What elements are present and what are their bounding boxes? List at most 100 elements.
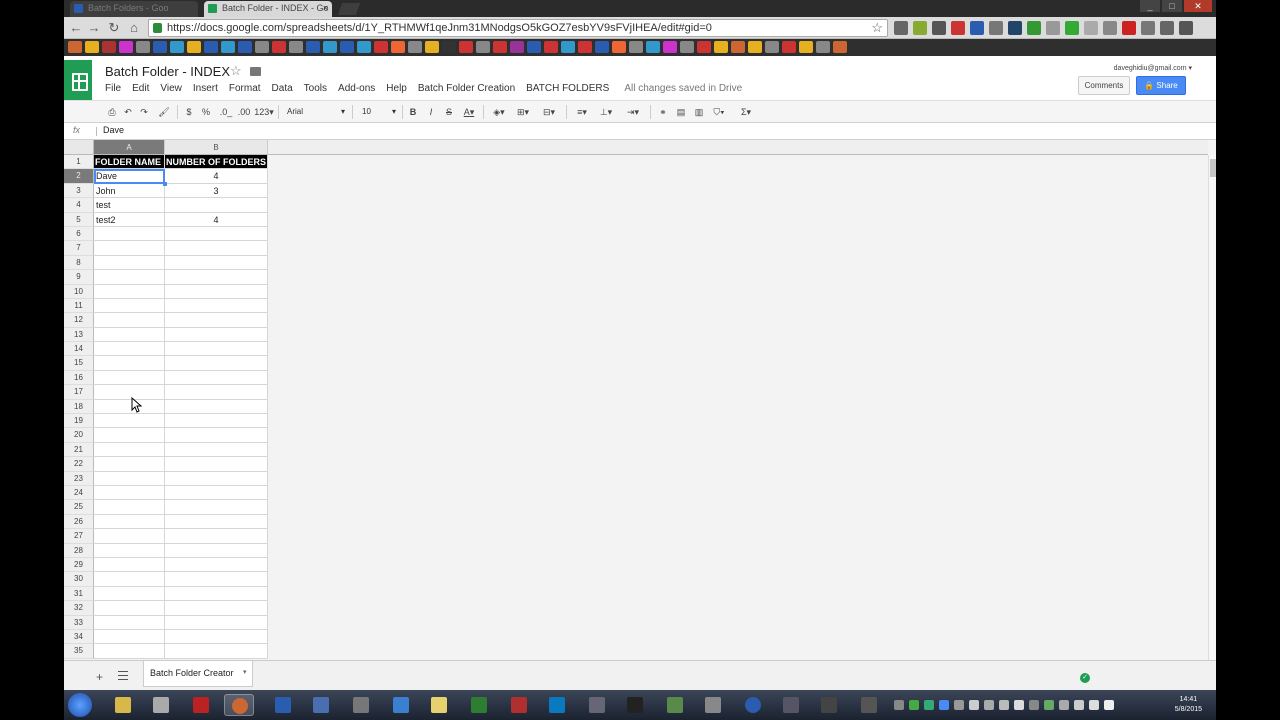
bookmark-icon[interactable]	[255, 41, 269, 53]
taskbar-chrome[interactable]	[224, 694, 254, 716]
taskbar-app[interactable]	[776, 694, 806, 716]
cell[interactable]	[165, 327, 268, 343]
cell[interactable]	[94, 471, 165, 486]
bookmark-icon[interactable]	[119, 41, 133, 53]
bookmark-icon[interactable]	[170, 41, 184, 53]
row-number[interactable]: 18	[64, 399, 94, 415]
reload-icon[interactable]: ↻	[106, 20, 122, 36]
row-number[interactable]: 2	[64, 169, 94, 184]
cell[interactable]	[165, 471, 268, 486]
extension-icon[interactable]	[1084, 21, 1098, 35]
cell-a3[interactable]: John	[94, 183, 165, 199]
volume-icon[interactable]	[1104, 700, 1114, 710]
row-number[interactable]: 13	[64, 327, 94, 343]
bookmark-icon[interactable]	[357, 41, 371, 53]
menu-edit[interactable]: Edit	[132, 83, 149, 94]
extension-icon[interactable]	[894, 21, 908, 35]
row-number[interactable]: 10	[64, 284, 94, 299]
cell[interactable]	[165, 226, 268, 242]
bookmark-icon[interactable]	[153, 41, 167, 53]
cell[interactable]	[165, 298, 268, 314]
tray-icon[interactable]	[1059, 700, 1069, 710]
row-number[interactable]: 28	[64, 543, 94, 558]
row-number[interactable]: 8	[64, 255, 94, 271]
cell[interactable]	[94, 428, 165, 443]
menu-help[interactable]: Help	[386, 83, 407, 94]
cell[interactable]	[94, 226, 165, 242]
bookmark-icon[interactable]	[527, 41, 541, 53]
cell[interactable]	[94, 557, 165, 573]
cell[interactable]	[94, 629, 165, 645]
share-button[interactable]: 🔒 Share	[1136, 76, 1186, 95]
cell[interactable]	[165, 514, 268, 530]
tray-icon[interactable]	[969, 700, 979, 710]
row-number[interactable]: 34	[64, 629, 94, 645]
decrease-decimal-button[interactable]: .0_	[218, 105, 234, 119]
row-number[interactable]: 12	[64, 313, 94, 328]
close-window-icon[interactable]: ✕	[1184, 0, 1212, 12]
horizontal-align-icon[interactable]: ≡▾	[573, 105, 591, 119]
cell[interactable]	[165, 414, 268, 429]
row-number[interactable]: 6	[64, 226, 94, 242]
redo-icon[interactable]: ↷	[138, 105, 150, 119]
sheet-tab-menu-icon[interactable]: ▾	[243, 661, 247, 685]
browser-tab-batch-folder-index[interactable]: Batch Folder - INDEX - Go ×	[204, 1, 332, 17]
column-header-a[interactable]: A	[94, 140, 165, 155]
bookmark-icon[interactable]	[323, 41, 337, 53]
tray-icon[interactable]	[1044, 700, 1054, 710]
bookmark-icon[interactable]	[391, 41, 405, 53]
cell[interactable]	[94, 442, 165, 458]
vertical-align-icon[interactable]: ⊥▾	[597, 105, 615, 119]
bookmark-icon[interactable]	[714, 41, 728, 53]
bookmark-icon[interactable]	[799, 41, 813, 53]
bookmark-icon[interactable]	[68, 41, 82, 53]
extension-icon[interactable]	[1046, 21, 1060, 35]
tray-icon[interactable]	[894, 700, 904, 710]
add-sheet-button[interactable]: +	[96, 670, 103, 684]
row-number[interactable]: 7	[64, 241, 94, 256]
cell[interactable]	[165, 385, 268, 400]
currency-format-button[interactable]: $	[184, 105, 194, 119]
bookmark-icon[interactable]	[561, 41, 575, 53]
taskbar-app[interactable]	[854, 694, 884, 716]
cell[interactable]	[94, 485, 165, 501]
font-family-select[interactable]: Arial ▾	[287, 105, 347, 119]
close-tab-icon[interactable]: ×	[323, 1, 328, 16]
taskbar-app[interactable]	[814, 694, 844, 716]
cell[interactable]	[165, 270, 268, 285]
row-number[interactable]: 33	[64, 615, 94, 630]
system-clock[interactable]: 14:41 5/8/2015	[1175, 695, 1202, 715]
start-button-icon[interactable]	[68, 693, 92, 717]
cell-b1[interactable]: NUMBER OF FOLDERS	[165, 155, 268, 170]
row-number[interactable]: 17	[64, 385, 94, 400]
bookmark-icon[interactable]	[136, 41, 150, 53]
cell[interactable]	[94, 255, 165, 271]
tray-icon[interactable]	[924, 700, 934, 710]
taskbar-explorer[interactable]	[108, 694, 138, 716]
extension-icon[interactable]	[932, 21, 946, 35]
tray-icon[interactable]	[999, 700, 1009, 710]
undo-icon[interactable]: ↶	[122, 105, 134, 119]
bookmark-icon[interactable]	[102, 41, 116, 53]
all-sheets-icon[interactable]	[118, 671, 128, 680]
cell-b3[interactable]: 3	[165, 183, 268, 199]
select-all-corner[interactable]	[64, 140, 94, 155]
taskbar-trello[interactable]	[542, 694, 572, 716]
row-number[interactable]: 20	[64, 428, 94, 443]
cell[interactable]	[165, 586, 268, 602]
tray-icon[interactable]	[1074, 700, 1084, 710]
bookmark-icon[interactable]	[595, 41, 609, 53]
taskbar-app[interactable]	[386, 694, 416, 716]
text-wrapping-icon[interactable]: ⇥▾	[621, 105, 645, 119]
taskbar-app[interactable]	[660, 694, 690, 716]
bookmark-icon[interactable]	[697, 41, 711, 53]
row-number[interactable]: 4	[64, 198, 94, 213]
cell[interactable]	[165, 485, 268, 501]
menu-data[interactable]: Data	[272, 83, 293, 94]
vertical-scrollbar[interactable]	[1208, 155, 1216, 660]
bookmark-icon[interactable]	[221, 41, 235, 53]
account-email[interactable]: daveghidiu@gmail.com ▾	[1114, 64, 1192, 72]
cell[interactable]	[94, 356, 165, 371]
cell[interactable]	[165, 399, 268, 415]
bookmark-star-icon[interactable]: ☆	[871, 20, 883, 36]
